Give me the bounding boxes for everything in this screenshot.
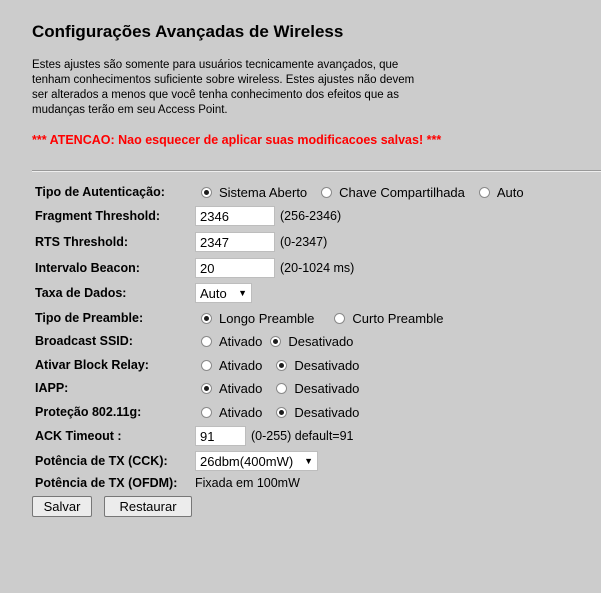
save-button[interactable]: Salvar (32, 496, 92, 517)
auth-open-label: Sistema Aberto (219, 184, 308, 200)
rts-hint: (0-2347) (280, 235, 328, 249)
iapp-label: IAPP: (35, 381, 69, 395)
tx-power-ofdm-value: Fixada em 100mW (195, 476, 300, 490)
page-title: Configurações Avançadas de Wireless (32, 22, 344, 41)
protection-on-label: Ativado (219, 404, 263, 420)
ssid-label: Broadcast SSID: (35, 334, 133, 348)
protection-option-on[interactable]: Ativado (195, 405, 270, 420)
auth-option-open[interactable]: Sistema Aberto (195, 185, 315, 200)
rts-row: RTS Threshold: (0-2347) (35, 231, 327, 253)
beacon-interval-input[interactable] (195, 258, 275, 278)
preamble-long-radio[interactable] (201, 312, 212, 324)
preamble-row: Tipo de Preamble: Longo Preamble Curto P… (35, 307, 451, 329)
auth-shared-label: Chave Compartilhada (339, 184, 465, 200)
preamble-label: Tipo de Preamble: (35, 311, 144, 325)
iapp-on-radio[interactable] (201, 382, 212, 394)
rate-label: Taxa de Dados: (35, 286, 127, 300)
data-rate-value: Auto (200, 285, 227, 301)
preamble-short-radio[interactable] (334, 312, 346, 324)
ssid-on-radio[interactable] (201, 335, 212, 347)
auth-option-auto[interactable]: Auto (473, 185, 532, 200)
tx-power-cck-select[interactable]: 26dbm(400mW) ▼ (195, 451, 318, 471)
ssid-row: Broadcast SSID: Ativado Desativado (35, 330, 361, 352)
rate-row: Taxa de Dados: Auto ▼ (35, 282, 252, 304)
relay-off-label: Desativado (294, 357, 360, 373)
auth-option-shared[interactable]: Chave Compartilhada (315, 185, 473, 200)
preamble-option-long[interactable]: Longo Preamble (195, 311, 322, 326)
fragment-row: Fragment Threshold: (256-2346) (35, 205, 341, 227)
auth-row: Tipo de Autenticação: Sistema Aberto Cha… (35, 181, 532, 203)
rts-label: RTS Threshold: (35, 235, 129, 249)
relay-option-off[interactable]: Desativado (270, 358, 367, 373)
beacon-label: Intervalo Beacon: (35, 261, 140, 275)
ack-timeout-input[interactable] (195, 426, 246, 446)
preamble-short-label: Curto Preamble (352, 310, 444, 326)
protection-on-radio[interactable] (201, 406, 212, 418)
txofdm-label: Potência de TX (OFDM): (35, 476, 178, 490)
txcck-label: Potência de TX (CCK): (35, 454, 168, 468)
preamble-long-label: Longo Preamble (219, 310, 315, 326)
fragment-hint: (256-2346) (280, 209, 342, 223)
iapp-on-label: Ativado (219, 380, 263, 396)
iapp-option-on[interactable]: Ativado (195, 381, 270, 396)
ssid-off-radio[interactable] (270, 335, 282, 347)
protection-label: Proteção 802.11g: (35, 405, 142, 419)
ack-row: ACK Timeout : (0-255) default=91 (35, 425, 354, 447)
iapp-row: IAPP: Ativado Desativado (35, 377, 367, 399)
protection-off-radio[interactable] (276, 406, 288, 418)
auth-auto-radio[interactable] (478, 186, 490, 198)
reset-button[interactable]: Restaurar (104, 496, 192, 517)
iapp-off-label: Desativado (294, 380, 360, 396)
auth-auto-label: Auto (496, 184, 524, 200)
warning-text: *** ATENCAO: Nao esquecer de aplicar sua… (32, 133, 442, 147)
chevron-down-icon: ▼ (304, 456, 313, 466)
intro-text: Estes ajustes são somente para usuários … (32, 59, 415, 116)
fragment-label: Fragment Threshold: (35, 209, 161, 223)
relay-label: Ativar Block Relay: (35, 358, 149, 372)
relay-off-radio[interactable] (276, 359, 288, 371)
iapp-off-radio[interactable] (276, 382, 288, 394)
iapp-option-off[interactable]: Desativado (270, 381, 367, 396)
ssid-option-off[interactable]: Desativado (264, 334, 361, 349)
divider (32, 170, 601, 172)
tx-power-cck-value: 26dbm(400mW) (200, 453, 294, 469)
auth-label: Tipo de Autenticação: (35, 185, 165, 199)
fragment-threshold-input[interactable] (195, 206, 275, 226)
ack-hint: (0-255) default=91 (251, 429, 354, 443)
relay-on-label: Ativado (219, 357, 263, 373)
beacon-row: Intervalo Beacon: (20-1024 ms) (35, 257, 354, 279)
data-rate-select[interactable]: Auto ▼ (195, 283, 252, 303)
txofdm-row: Potência de TX (OFDM): Fixada em 100mW (35, 472, 300, 494)
protection-row: Proteção 802.11g: Ativado Desativado (35, 401, 367, 423)
ssid-option-on[interactable]: Ativado (195, 334, 270, 349)
auth-shared-radio[interactable] (321, 186, 333, 198)
chevron-down-icon: ▼ (238, 288, 247, 298)
auth-open-radio[interactable] (201, 186, 212, 198)
ack-label: ACK Timeout : (35, 429, 122, 443)
relay-row: Ativar Block Relay: Ativado Desativado (35, 354, 367, 376)
relay-option-on[interactable]: Ativado (195, 358, 270, 373)
ssid-on-label: Ativado (219, 333, 263, 349)
txcck-row: Potência de TX (CCK): 26dbm(400mW) ▼ (35, 450, 318, 472)
relay-on-radio[interactable] (201, 359, 212, 371)
preamble-option-short[interactable]: Curto Preamble (328, 311, 451, 326)
protection-option-off[interactable]: Desativado (270, 405, 367, 420)
ssid-off-label: Desativado (288, 333, 354, 349)
beacon-hint: (20-1024 ms) (280, 261, 355, 275)
protection-off-label: Desativado (294, 404, 360, 420)
rts-threshold-input[interactable] (195, 232, 275, 252)
